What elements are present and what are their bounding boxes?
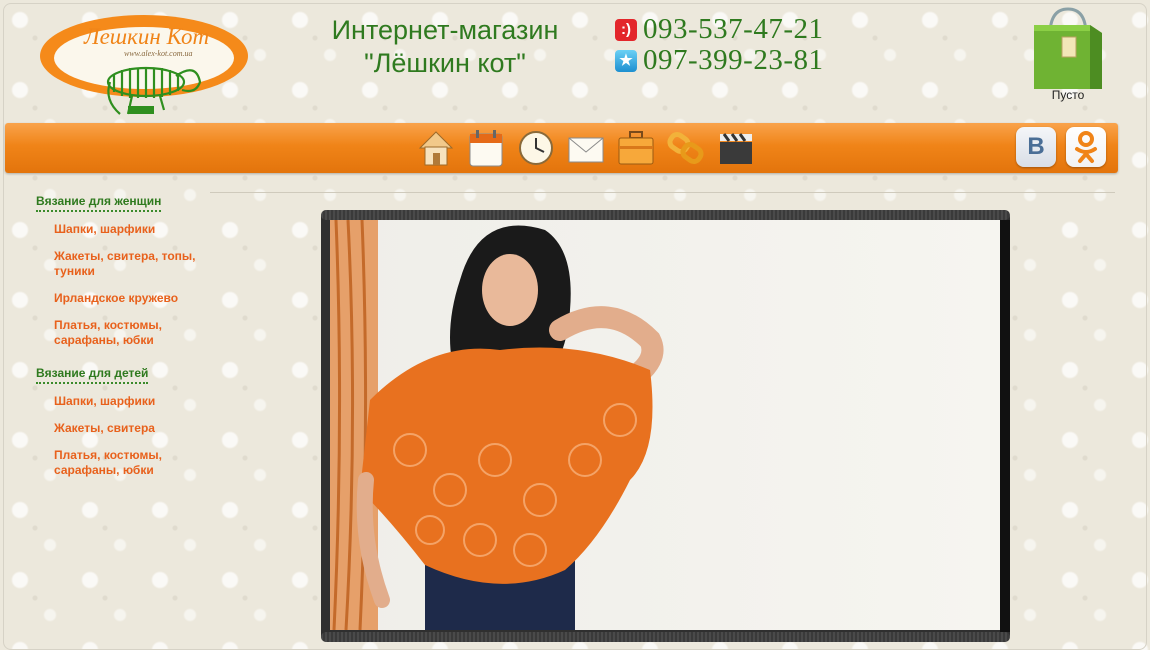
shop-title-line2: "Лёшкин кот" bbox=[364, 48, 526, 78]
site-logo[interactable]: Лешкин Кот www.alex-kot.com.ua bbox=[36, 10, 256, 120]
briefcase-icon[interactable] bbox=[616, 126, 656, 170]
chain-link-icon[interactable] bbox=[666, 126, 706, 170]
category-link[interactable]: Платья, костюмы, сарафаны, юбки bbox=[54, 448, 216, 478]
category-link[interactable]: Шапки, шарфики bbox=[54, 394, 216, 409]
logo-url: www.alex-kot.com.ua bbox=[124, 49, 193, 58]
nav-icon-bar bbox=[416, 126, 766, 170]
mail-icon[interactable] bbox=[566, 126, 606, 170]
home-icon[interactable] bbox=[416, 126, 456, 170]
category-heading[interactable]: Вязание для детей bbox=[36, 366, 149, 384]
phone-number: 093-537-47-21 bbox=[643, 13, 824, 45]
category-link[interactable]: Жакеты, свитера bbox=[54, 421, 216, 436]
odnoklassniki-icon[interactable] bbox=[1066, 127, 1106, 167]
cart-status[interactable]: Пусто bbox=[1040, 88, 1096, 102]
clapperboard-icon[interactable] bbox=[716, 126, 756, 170]
divider bbox=[210, 192, 1115, 193]
category-heading[interactable]: Вязание для женщин bbox=[36, 194, 162, 212]
kyivstar-icon: ★ bbox=[615, 49, 637, 72]
phone-numbers: :) 093-537-47-21 ★ 097-399-23-81 bbox=[615, 13, 824, 76]
slider-top-bar bbox=[321, 210, 1010, 220]
category-link[interactable]: Жакеты, свитера, топы, туники bbox=[54, 249, 216, 279]
category-list: Шапки, шарфики Жакеты, свитера, топы, ту… bbox=[54, 222, 216, 348]
category-block: Вязание для детей Шапки, шарфики Жакеты,… bbox=[36, 364, 216, 478]
slider-photo[interactable] bbox=[330, 220, 1000, 630]
slider-bottom-bar bbox=[321, 632, 1010, 642]
category-link[interactable]: Ирландское кружево bbox=[54, 291, 216, 306]
slider-edge bbox=[1000, 220, 1010, 632]
logo-text: Лешкин Кот bbox=[83, 24, 209, 49]
phone-number: 097-399-23-81 bbox=[643, 44, 824, 76]
category-list: Шапки, шарфики Жакеты, свитера Платья, к… bbox=[54, 394, 216, 478]
shop-title: Интернет-магазин "Лёшкин кот" bbox=[300, 14, 590, 80]
category-link[interactable]: Шапки, шарфики bbox=[54, 222, 216, 237]
image-slider[interactable] bbox=[321, 210, 1010, 642]
clock-icon[interactable] bbox=[516, 126, 556, 170]
vk-letter: B bbox=[1027, 133, 1045, 160]
calendar-icon[interactable] bbox=[466, 126, 506, 170]
phone-row: :) 093-537-47-21 bbox=[615, 13, 824, 45]
shop-title-line1: Интернет-магазин bbox=[331, 15, 559, 45]
mts-icon: :) bbox=[615, 18, 637, 41]
category-link[interactable]: Платья, костюмы, сарафаны, юбки bbox=[54, 318, 216, 348]
phone-row: ★ 097-399-23-81 bbox=[615, 44, 824, 76]
category-block: Вязание для женщин Шапки, шарфики Жакеты… bbox=[36, 192, 216, 348]
sidebar: Вязание для женщин Шапки, шарфики Жакеты… bbox=[36, 192, 216, 494]
vk-icon[interactable]: B bbox=[1016, 127, 1056, 167]
